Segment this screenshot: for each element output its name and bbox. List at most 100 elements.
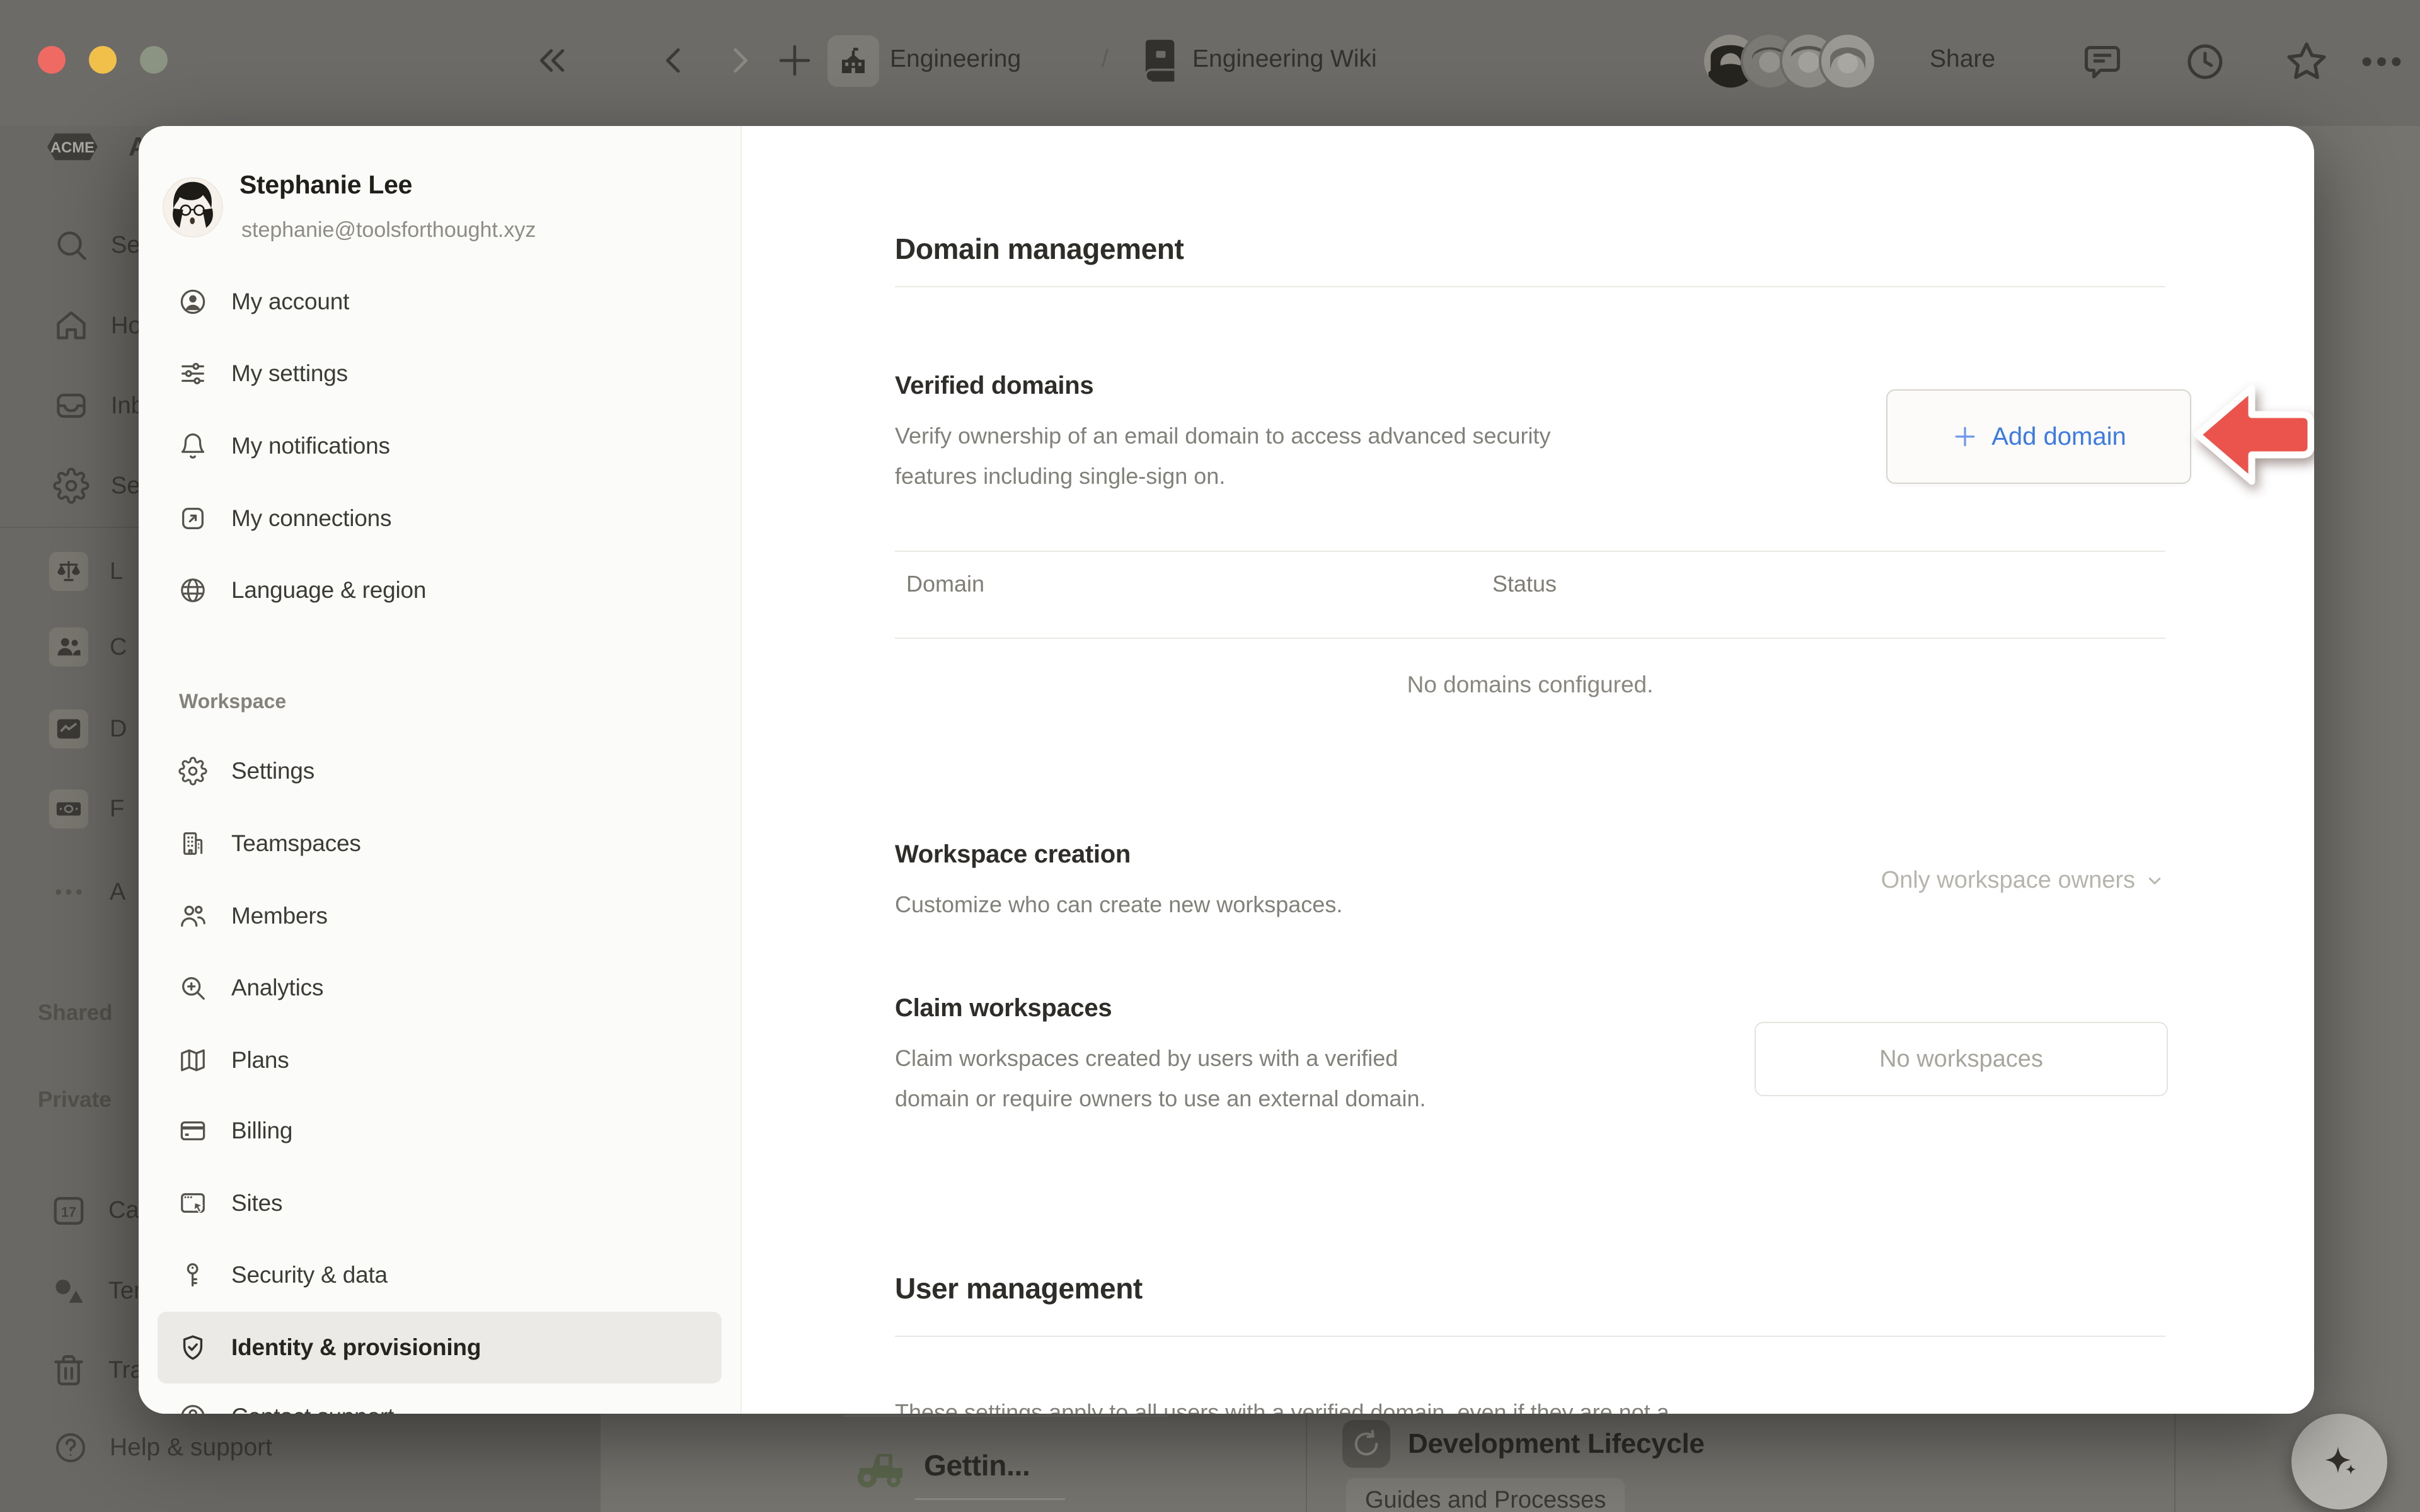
claim-workspaces-description: Claim workspaces created by users with a… (895, 1038, 1426, 1119)
svg-text:17: 17 (61, 1205, 76, 1220)
claim-workspaces-heading: Claim workspaces (895, 994, 1112, 1022)
people-icon (54, 633, 83, 662)
calendar-icon: 17 (50, 1192, 87, 1228)
new-page-icon[interactable] (774, 40, 815, 81)
window-controls (38, 46, 168, 74)
text-underline (915, 1498, 1065, 1500)
card-divider (2174, 1414, 2175, 1512)
sidebar-section-private[interactable]: Private (38, 1087, 112, 1113)
chevron-down-icon (2144, 870, 2165, 891)
verified-domains-heading: Verified domains (895, 372, 1093, 400)
menu-settings[interactable]: Settings (158, 735, 722, 807)
menu-my-account[interactable]: My account (158, 266, 722, 338)
search-icon (53, 227, 89, 263)
menu-identity-provisioning[interactable]: Identity & provisioning (158, 1312, 722, 1383)
chart-icon (54, 714, 83, 743)
table-header-domain: Domain (906, 571, 984, 597)
acme-logo: ACME (38, 127, 107, 166)
workspace-switcher[interactable]: ACME A (38, 127, 147, 166)
ai-assistant-button[interactable] (2291, 1414, 2387, 1509)
workspace-creation-dropdown[interactable]: Only workspace owners (1512, 867, 2165, 894)
menu-members[interactable]: Members (158, 880, 722, 952)
scales-icon (54, 557, 83, 586)
annotation-arrow-icon (2190, 378, 2314, 491)
more-dots-icon (52, 876, 85, 908)
money-icon (54, 794, 83, 823)
page-title-truncated: Gettin... (924, 1448, 1030, 1482)
breadcrumb-current[interactable]: Engineering Wiki (1192, 45, 1377, 73)
shapes-icon (50, 1273, 87, 1309)
menu-my-notifications[interactable]: My notifications (158, 410, 722, 482)
close-window-button[interactable] (38, 46, 66, 74)
menu-billing[interactable]: Billing (158, 1095, 722, 1167)
menu-security-data[interactable]: Security & data (158, 1239, 722, 1311)
collapse-sidebar-icon[interactable] (533, 41, 572, 80)
building-icon (178, 829, 207, 858)
divider (895, 1336, 2165, 1337)
no-workspaces-button[interactable]: No workspaces (1754, 1022, 2168, 1096)
dev-lifecycle-card-title[interactable]: Development Lifecycle (1342, 1420, 1705, 1468)
sidebar-teamspace-d[interactable]: D (49, 709, 127, 748)
add-domain-button[interactable]: Add domain (1886, 389, 2191, 484)
menu-plans[interactable]: Plans (158, 1024, 722, 1096)
sparkle-icon (2312, 1439, 2366, 1484)
getting-started-page-link[interactable]: Gettin... (852, 1443, 1030, 1488)
settings-content: Domain management Verified domains Verif… (740, 126, 2314, 1414)
page-title: Domain management (895, 232, 1184, 266)
trash-icon (50, 1352, 87, 1389)
menu-analytics[interactable]: Analytics (158, 952, 722, 1024)
minimize-window-button[interactable] (89, 46, 117, 74)
sidebar-teamspace-more[interactable]: A (49, 873, 125, 912)
map-icon (178, 1046, 207, 1075)
breadcrumb-teamspace-icon[interactable] (827, 35, 879, 87)
home-icon (53, 307, 89, 344)
user-avatar[interactable] (164, 178, 222, 236)
history-icon[interactable] (2182, 39, 2227, 84)
table-empty-state: No domains configured. (895, 672, 2165, 698)
settings-sidebar: Stephanie Lee stephanie@toolsforthought.… (139, 126, 742, 1414)
workspace-section-label: Workspace (179, 690, 286, 713)
sidebar-teamspace-c[interactable]: C (49, 627, 127, 667)
question-circle-icon (53, 1430, 88, 1465)
star-icon[interactable] (2283, 38, 2331, 86)
card-divider (1306, 1414, 1307, 1512)
table-border-top (895, 551, 2165, 552)
back-icon[interactable] (655, 41, 692, 80)
menu-language-region[interactable]: Language & region (158, 554, 722, 626)
help-support-button[interactable]: Help & support (53, 1430, 272, 1465)
sidebar-teamspace-f[interactable]: F (49, 789, 124, 828)
question-circle-icon (178, 1402, 207, 1414)
presence-avatars[interactable] (1702, 32, 1916, 90)
bell-icon (178, 432, 207, 461)
user-management-heading: User management (895, 1271, 1143, 1305)
sidebar-section-shared[interactable]: Shared (38, 1000, 113, 1026)
sidebar-teamspace-legal[interactable]: L (49, 552, 123, 591)
menu-teamspaces[interactable]: Teamspaces (158, 808, 722, 879)
page-divider (843, 1415, 1168, 1417)
school-building-icon (836, 44, 870, 78)
window-titlebar: Engineering / Engineering Wiki Share (0, 0, 2420, 126)
divider (895, 286, 2165, 287)
user-circle-icon (178, 287, 207, 316)
sliders-icon (178, 359, 207, 388)
comment-icon[interactable] (2080, 39, 2125, 84)
menu-my-connections[interactable]: My connections (158, 483, 722, 554)
globe-icon (178, 576, 207, 605)
table-header-status: Status (1492, 571, 1557, 597)
tag-badge[interactable]: Guides and Processes (1346, 1478, 1625, 1512)
forward-icon[interactable] (722, 41, 758, 80)
menu-sites[interactable]: Sites (158, 1167, 722, 1239)
zoom-window-button[interactable] (140, 46, 168, 74)
menu-contact-support-partial[interactable]: Contact support (158, 1381, 722, 1414)
share-button[interactable]: Share (1930, 45, 1995, 73)
screen: Engineering / Engineering Wiki Share ACM… (0, 0, 2420, 1512)
breadcrumb-parent[interactable]: Engineering (890, 45, 1021, 73)
browser-cursor-icon (178, 1189, 207, 1218)
more-icon[interactable] (2360, 52, 2404, 72)
table-border-bottom (895, 638, 2165, 639)
cycle-icon (1350, 1428, 1383, 1460)
gear-icon (53, 467, 89, 504)
book-icon (1134, 33, 1184, 89)
menu-my-settings[interactable]: My settings (158, 338, 722, 410)
user-email: stephanie@toolsforthought.xyz (241, 218, 536, 243)
